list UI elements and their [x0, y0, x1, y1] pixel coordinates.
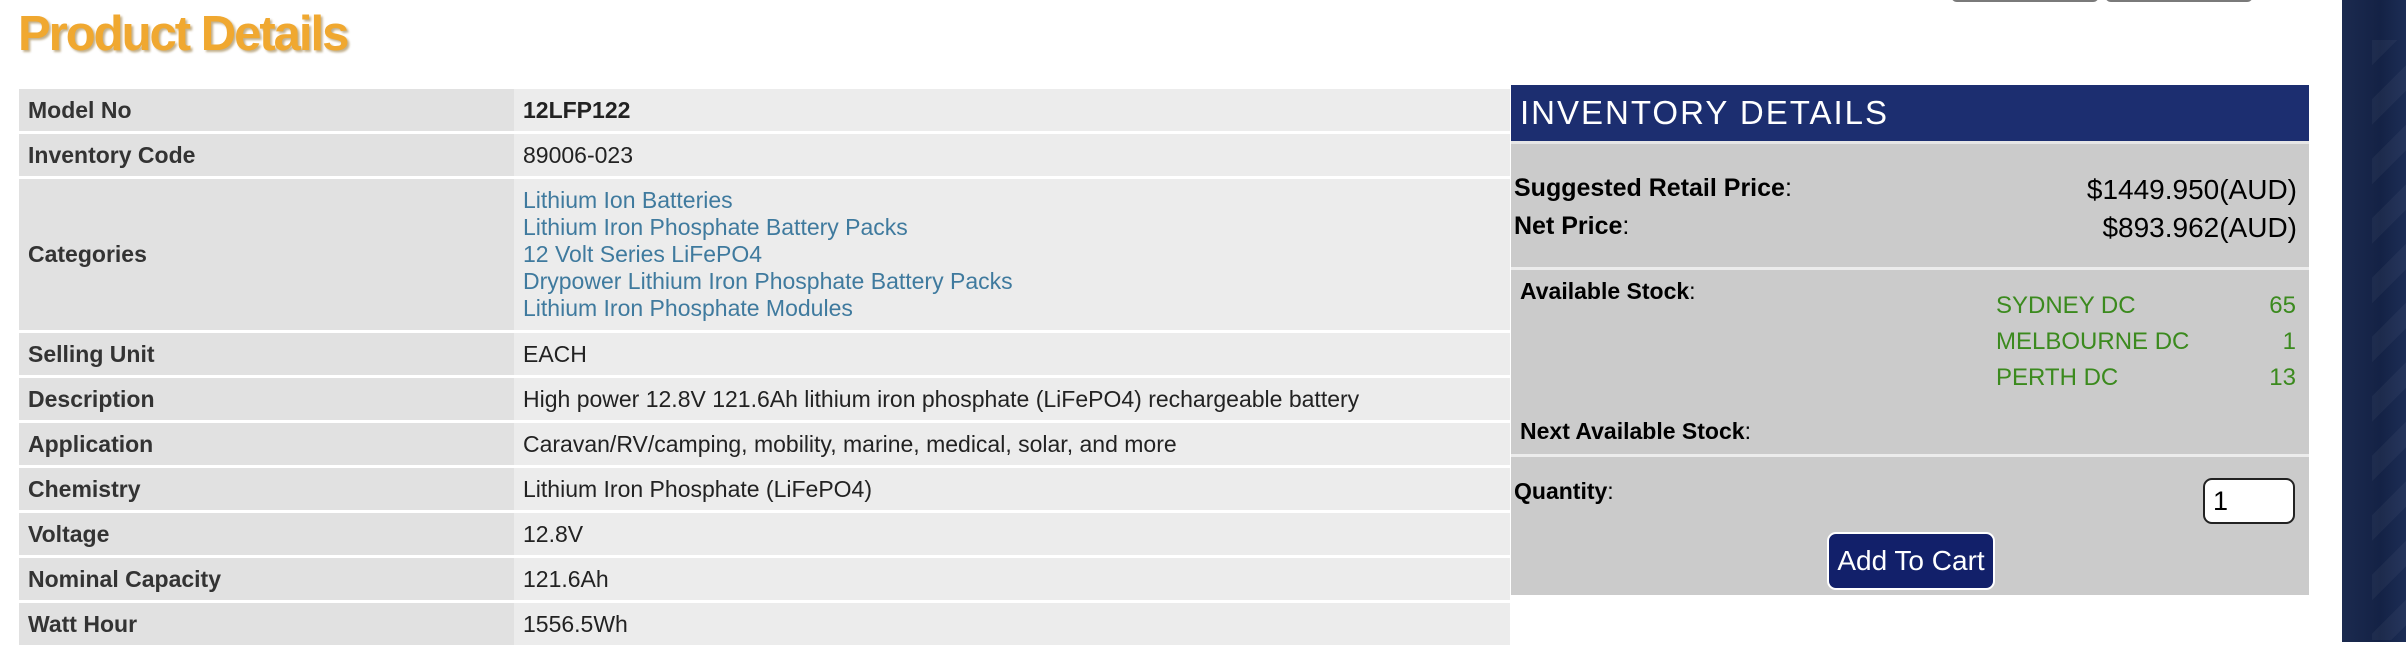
stock-dc: SYDNEY DC: [1996, 292, 2136, 319]
suggested-retail-row: Suggested Retail Price: $1449.950(AUD): [1514, 174, 2297, 205]
stock-dc: PERTH DC: [1996, 364, 2119, 391]
stock-qty: 13: [2269, 364, 2296, 391]
row-value-nominal-capacity: 121.6Ah: [514, 558, 1510, 600]
category-link[interactable]: Lithium Iron Phosphate Battery Packs: [523, 214, 1510, 241]
page-title: Product Details: [18, 7, 349, 61]
row-value-application: Caravan/RV/camping, mobility, marine, me…: [514, 423, 1510, 465]
stock-qty: 65: [2269, 292, 2296, 319]
row-label-voltage: Voltage: [19, 513, 514, 555]
table-row: Categories Lithium Ion Batteries Lithium…: [19, 179, 1510, 330]
row-value-voltage: 12.8V: [514, 513, 1510, 555]
row-value-chemistry: Lithium Iron Phosphate (LiFePO4): [514, 468, 1510, 510]
category-link[interactable]: 12 Volt Series LiFePO4: [523, 241, 1510, 268]
net-price-row: Net Price: $893.962(AUD): [1514, 212, 2297, 243]
inventory-panel: INVENTORY DETAILS Suggested Retail Price…: [1511, 85, 2309, 595]
row-label-application: Application: [19, 423, 514, 465]
next-available-stock-label: Next Available Stock:: [1520, 418, 1751, 444]
stock-row: SYDNEY DC 65: [1996, 292, 2296, 328]
row-label-model-no: Model No: [19, 89, 514, 131]
divider: [1511, 454, 2309, 457]
stock-row: MELBOURNE DC 1: [1996, 328, 2296, 364]
table-row: Model No 12LFP122: [19, 89, 1510, 131]
add-to-cart-button[interactable]: Add To Cart: [1827, 532, 1995, 590]
row-value-model-no: 12LFP122: [514, 89, 1510, 131]
quantity-label: Quantity:: [1514, 478, 1614, 504]
stock-dc: MELBOURNE DC: [1996, 328, 2190, 355]
top-button-1[interactable]: [1951, 0, 2099, 2]
divider: [1511, 267, 2309, 270]
category-link[interactable]: Lithium Iron Phosphate Modules: [523, 295, 1510, 322]
suggested-retail-price: $1449.950(AUD): [2086, 174, 2297, 205]
available-stock-label: Available Stock:: [1520, 278, 1696, 304]
table-row: Selling Unit EACH: [19, 333, 1510, 375]
row-label-description: Description: [19, 378, 514, 420]
row-label-selling-unit: Selling Unit: [19, 333, 514, 375]
row-value-inventory-code: 89006-023: [514, 134, 1510, 176]
table-row: Chemistry Lithium Iron Phosphate (LiFePO…: [19, 468, 1510, 510]
row-label-chemistry: Chemistry: [19, 468, 514, 510]
product-details-table: Model No 12LFP122 Inventory Code 89006-0…: [19, 86, 1510, 648]
suggested-retail-label: Suggested Retail Price: [1514, 174, 1785, 202]
row-value-watt-hour: 1556.5Wh: [514, 603, 1510, 645]
background-panel: [2342, 0, 2406, 642]
row-value-selling-unit: EACH: [514, 333, 1510, 375]
stock-qty: 1: [2282, 328, 2296, 355]
categories-list: Lithium Ion Batteries Lithium Iron Phosp…: [514, 179, 1510, 330]
row-label-categories: Categories: [19, 179, 514, 330]
row-label-watt-hour: Watt Hour: [19, 603, 514, 645]
stock-row: PERTH DC 13: [1996, 364, 2296, 400]
table-row: Voltage 12.8V: [19, 513, 1510, 555]
row-label-nominal-capacity: Nominal Capacity: [19, 558, 514, 600]
category-link[interactable]: Drypower Lithium Iron Phosphate Battery …: [523, 268, 1510, 295]
table-row: Watt Hour 1556.5Wh: [19, 603, 1510, 645]
top-button-2[interactable]: [2105, 0, 2253, 2]
table-row: Inventory Code 89006-023: [19, 134, 1510, 176]
row-value-description: High power 12.8V 121.6Ah lithium iron ph…: [514, 378, 1510, 420]
row-label-inventory-code: Inventory Code: [19, 134, 514, 176]
quantity-input[interactable]: [2203, 478, 2295, 524]
table-row: Application Caravan/RV/camping, mobility…: [19, 423, 1510, 465]
stock-list: SYDNEY DC 65 MELBOURNE DC 1 PERTH DC 13: [1996, 292, 2296, 400]
table-row: Description High power 12.8V 121.6Ah lit…: [19, 378, 1510, 420]
category-link[interactable]: Lithium Ion Batteries: [523, 187, 1510, 214]
net-price: $893.962(AUD): [2102, 212, 2297, 243]
net-price-label: Net Price: [1514, 212, 1623, 240]
inventory-header: INVENTORY DETAILS: [1511, 85, 2309, 144]
table-row: Nominal Capacity 121.6Ah: [19, 558, 1510, 600]
